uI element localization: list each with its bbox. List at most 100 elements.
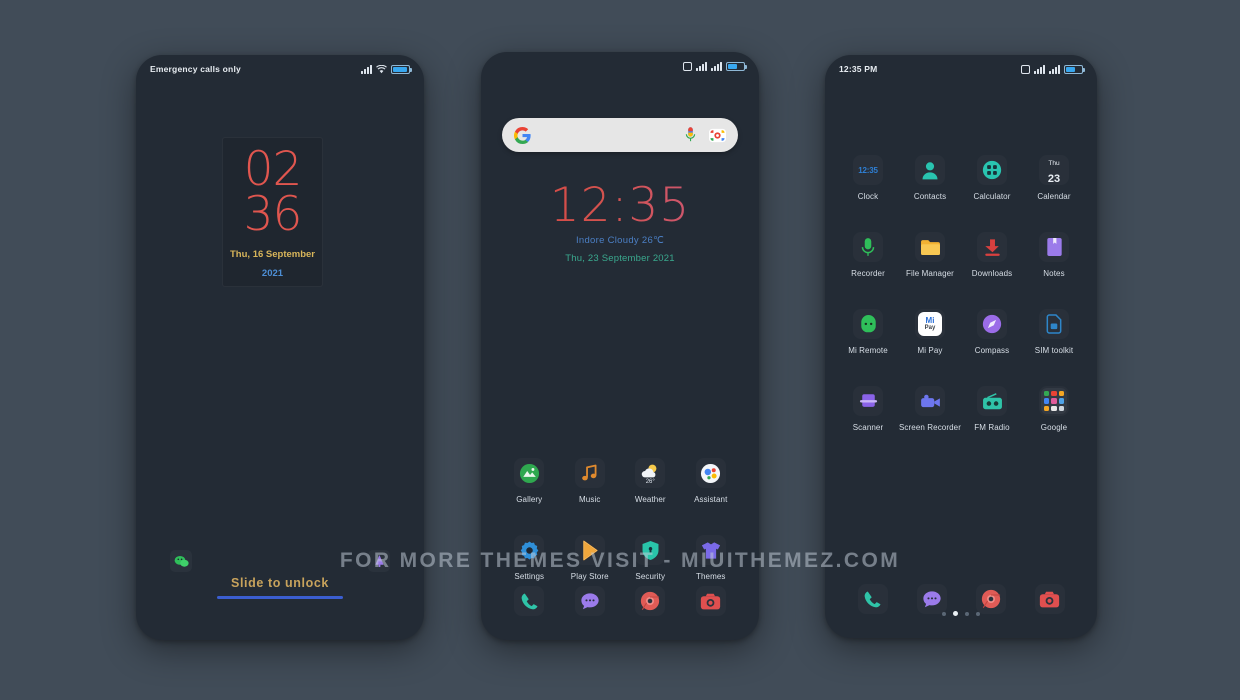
app-label: Compass	[974, 346, 1010, 355]
app-tile	[976, 584, 1006, 614]
app-contacts[interactable]: Contacts	[899, 155, 961, 202]
gallery-icon	[519, 463, 539, 483]
homescreen-app-row-2: Settings Play Store Security Themes	[481, 535, 759, 582]
app-label: SIM toolkit	[1034, 346, 1074, 355]
dock-app-chrome[interactable]: Chrome	[620, 586, 681, 616]
app-assistant[interactable]: Assistant	[681, 458, 742, 505]
app-tile	[514, 586, 544, 616]
dock-app-chrome[interactable]	[961, 584, 1020, 614]
app-sim-toolkit[interactable]: SIM toolkit	[1023, 309, 1085, 356]
app-label: Music	[579, 495, 601, 504]
homescreen-clock-widget: 12:35 Indore Cloudy 26℃ Thu, 23 Septembe…	[481, 182, 759, 264]
messages-bubble-icon	[581, 592, 599, 609]
app-calculator[interactable]: Calculator	[961, 155, 1023, 202]
bell-icon	[374, 555, 384, 567]
battery-icon	[726, 61, 747, 71]
app-tile	[575, 586, 605, 616]
app-themes[interactable]: Themes	[681, 535, 742, 582]
app-calendar[interactable]: Thu 23 Calendar	[1023, 155, 1085, 202]
status-icons	[683, 61, 747, 71]
calendar-weekday: Thu	[1048, 160, 1060, 168]
lockscreen-screen: Emergency calls only 02 36 Thu, 16 Septe…	[136, 55, 424, 640]
phone-handset-icon	[864, 591, 881, 607]
assistant-icon	[701, 463, 721, 483]
app-label: Notes	[1043, 269, 1065, 278]
app-tile	[977, 155, 1007, 185]
app-file-manager[interactable]: File Manager	[899, 232, 961, 279]
app-gallery[interactable]: Gallery	[499, 458, 560, 505]
app-label: Recorder	[851, 269, 885, 278]
app-tile	[514, 535, 544, 565]
folder-icon	[920, 240, 940, 256]
drawer-screen: 12:35 PM 12:35 Clock Contacts Calculator…	[825, 55, 1097, 638]
app-google-folder[interactable]: Google	[1023, 386, 1085, 433]
dock-app-messages[interactable]: Messages	[560, 586, 621, 616]
app-play-store[interactable]: Play Store	[560, 535, 621, 582]
app-label: Security	[635, 572, 666, 581]
app-tile	[977, 232, 1007, 262]
app-tile	[853, 309, 883, 339]
app-scanner[interactable]: Scanner	[837, 386, 899, 433]
lockscreen-shortcut-wechat[interactable]	[170, 550, 192, 572]
security-shield-icon	[642, 540, 659, 560]
battery-icon	[391, 64, 412, 74]
app-tile: Thu 23	[1039, 155, 1069, 185]
search-actions	[684, 127, 726, 144]
google-search-bar[interactable]	[502, 118, 738, 152]
drawer-app-row-3: Mi Remote Mi Pay Mi Pay Compass SIM tool…	[825, 309, 1097, 356]
phone-lockscreen: Emergency calls only 02 36 Thu, 16 Septe…	[136, 55, 424, 640]
app-clock[interactable]: 12:35 Clock	[837, 155, 899, 202]
fm-radio-icon	[982, 392, 1002, 409]
app-screen-recorder[interactable]: Screen Recorder	[899, 386, 961, 433]
clock-year: 2021	[261, 268, 284, 280]
play-store-icon	[582, 540, 598, 560]
slide-to-unlock-label[interactable]: Slide to unlock	[136, 576, 424, 590]
google-lens-icon[interactable]	[709, 127, 726, 144]
drawer-app-row-2: Recorder File Manager Downloads Notes	[825, 232, 1097, 279]
app-mi-remote[interactable]: Mi Remote	[837, 309, 899, 356]
app-compass[interactable]: Compass	[961, 309, 1023, 356]
dock-app-messages[interactable]	[902, 584, 961, 614]
weather-icon	[641, 464, 657, 477]
dock-app-phone[interactable]	[843, 584, 902, 614]
app-tile	[635, 535, 665, 565]
lockscreen-clock-widget: 02 36 Thu, 16 September 2021	[222, 137, 323, 287]
app-recorder[interactable]: Recorder	[837, 232, 899, 279]
camera-icon	[701, 593, 721, 609]
app-label: Weather	[634, 495, 666, 504]
app-tile	[575, 535, 605, 565]
app-mi-pay[interactable]: Mi Pay Mi Pay	[899, 309, 961, 356]
mi-pay-icon: Mi Pay	[918, 312, 942, 336]
dock-app-phone[interactable]: Phone	[499, 586, 560, 616]
app-tile	[917, 584, 947, 614]
app-weather[interactable]: 26° Weather	[620, 458, 681, 505]
calculator-icon	[982, 160, 1002, 180]
homescreen-app-row-1: Gallery Music 26° Weather Assistant	[481, 458, 759, 505]
app-tile	[514, 458, 544, 488]
app-settings[interactable]: Settings	[499, 535, 560, 582]
app-label: Play Store	[570, 572, 609, 581]
camera-icon	[1039, 591, 1060, 607]
scanner-icon	[859, 393, 877, 407]
app-tile	[858, 584, 888, 614]
app-tile	[977, 309, 1007, 339]
app-fm-radio[interactable]: FM Radio	[961, 386, 1023, 433]
lockscreen-shortcut-bell[interactable]	[368, 550, 390, 572]
slide-to-unlock-bar[interactable]	[217, 596, 343, 599]
app-tile	[696, 458, 726, 488]
app-label: Assistant	[694, 495, 728, 504]
messages-bubble-icon	[922, 590, 941, 607]
app-tile	[575, 458, 605, 488]
microphone-icon[interactable]	[684, 127, 697, 143]
app-tile	[696, 586, 726, 616]
dock-app-camera[interactable]	[1020, 584, 1079, 614]
dock-app-camera[interactable]: Camera	[681, 586, 742, 616]
battery-icon	[1064, 64, 1085, 74]
app-security[interactable]: Security	[620, 535, 681, 582]
signal-bars-icon	[361, 64, 372, 74]
mi-remote-icon	[860, 314, 876, 332]
app-downloads[interactable]: Downloads	[961, 232, 1023, 279]
app-music[interactable]: Music	[560, 458, 621, 505]
app-notes[interactable]: Notes	[1023, 232, 1085, 279]
app-label: Contacts	[913, 192, 947, 201]
